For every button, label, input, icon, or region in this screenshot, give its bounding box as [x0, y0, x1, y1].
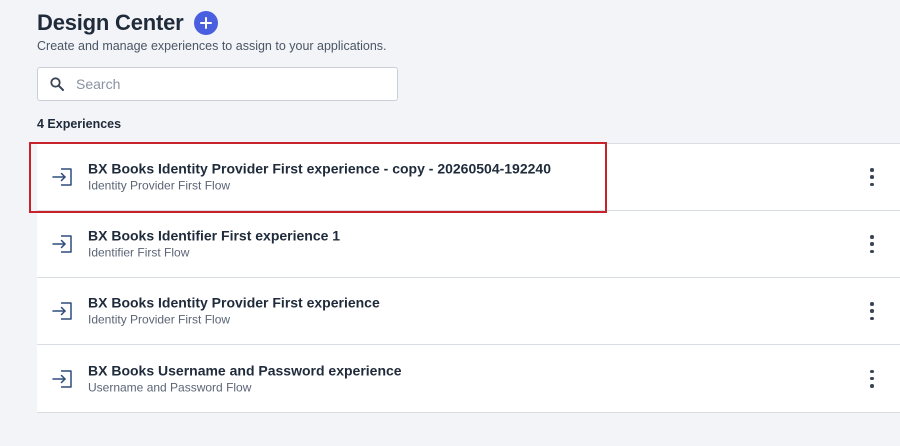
item-subtitle: Identity Provider First Flow	[88, 312, 231, 327]
dot	[870, 369, 874, 373]
experience-count: 4 Experiences	[37, 117, 122, 131]
dot	[870, 384, 874, 388]
list-item[interactable]: BX Books Identity Provider First experie…	[37, 277, 900, 344]
item-text: BX Books Identity Provider First experie…	[88, 161, 551, 194]
dot	[870, 242, 874, 246]
item-title: BX Books Identity Provider First experie…	[88, 294, 380, 311]
plus-icon	[199, 17, 212, 29]
dot	[870, 302, 874, 306]
item-text: BX Books Identifier First experience 1 I…	[88, 228, 340, 261]
dot	[870, 182, 874, 186]
sign-in-icon	[52, 301, 74, 321]
dot	[870, 309, 874, 313]
dot	[870, 175, 874, 179]
search-input[interactable]	[74, 75, 378, 93]
item-title: BX Books Identity Provider First experie…	[88, 160, 551, 177]
item-subtitle: Username and Password Flow	[88, 380, 252, 394]
dot	[870, 376, 874, 381]
design-center-page: Design Center Create and manage experien…	[0, 0, 900, 446]
list-item[interactable]: BX Books Identifier First experience 1 I…	[37, 210, 900, 277]
header: Design Center	[37, 8, 218, 38]
search-box[interactable]	[37, 67, 398, 101]
sign-in-icon	[52, 369, 74, 389]
more-options-button[interactable]	[868, 302, 876, 320]
item-title: BX Books Username and Password experienc…	[88, 362, 402, 378]
more-options-button[interactable]	[868, 369, 876, 388]
list-item[interactable]: BX Books Username and Password experienc…	[37, 344, 900, 413]
dot	[870, 235, 874, 239]
search-icon	[50, 77, 64, 91]
item-subtitle: Identifier First Flow	[88, 245, 190, 260]
list-item[interactable]: BX Books Identity Provider First experie…	[37, 143, 900, 210]
page-subtitle: Create and manage experiences to assign …	[37, 39, 387, 53]
item-title: BX Books Identifier First experience 1	[88, 227, 341, 244]
item-text: BX Books Username and Password experienc…	[88, 362, 402, 395]
add-experience-button[interactable]	[193, 11, 218, 35]
sign-in-icon	[52, 234, 74, 254]
item-text: BX Books Identity Provider First experie…	[88, 295, 380, 328]
experience-list: BX Books Identity Provider First experie…	[37, 143, 900, 413]
sign-in-icon	[52, 167, 74, 187]
more-options-button[interactable]	[868, 235, 876, 253]
dot	[870, 168, 874, 172]
item-subtitle: Identity Provider First Flow	[88, 178, 231, 193]
dot	[870, 249, 874, 253]
page-title: Design Center	[37, 10, 184, 35]
more-options-button[interactable]	[868, 168, 876, 186]
dot	[870, 316, 874, 320]
